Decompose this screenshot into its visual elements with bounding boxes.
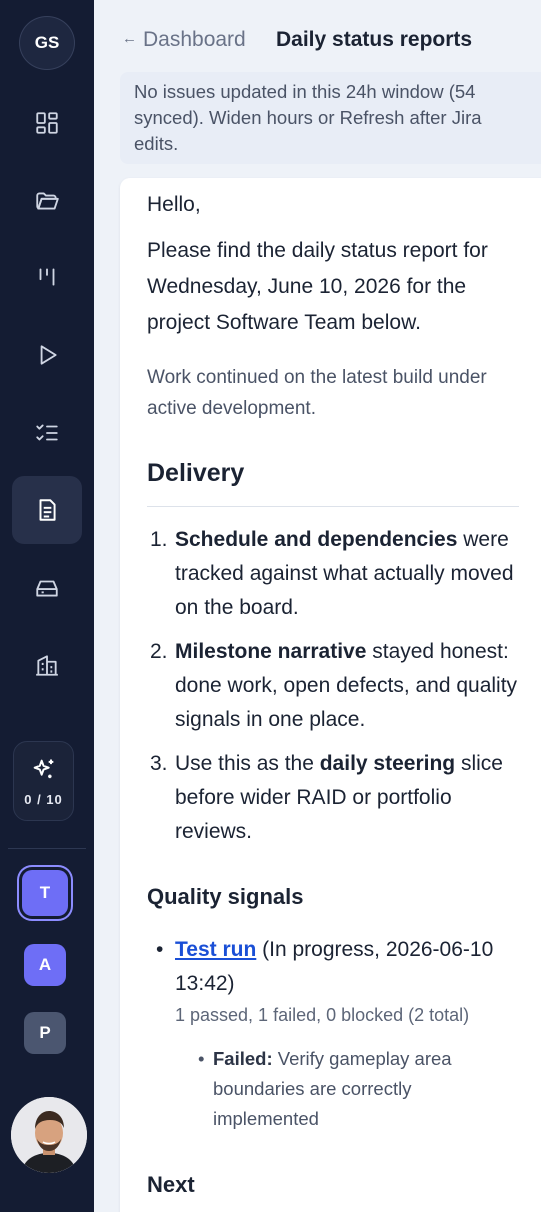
checklist-icon[interactable] bbox=[27, 413, 67, 453]
org-badge[interactable]: GS bbox=[19, 16, 75, 70]
back-arrow-icon: ← bbox=[122, 30, 137, 47]
page-title: Daily status reports bbox=[276, 28, 473, 51]
breadcrumb-back-link[interactable]: ← Dashboard bbox=[122, 28, 246, 52]
workspace-p[interactable]: P bbox=[24, 1012, 66, 1054]
board-icon[interactable] bbox=[27, 257, 67, 297]
building-icon[interactable] bbox=[27, 645, 67, 685]
list-item-text-pre: Use this as the bbox=[175, 752, 320, 775]
test-run-item: • Test run (In progress, 2026-06-10 13:4… bbox=[156, 933, 526, 1001]
workspace-a[interactable]: A bbox=[24, 944, 66, 986]
list-number: 2. bbox=[150, 640, 168, 663]
credits-count: 0 / 10 bbox=[24, 791, 63, 807]
play-icon[interactable] bbox=[27, 335, 67, 375]
page-header: ← Dashboard Daily status reports bbox=[94, 0, 541, 80]
list-item-bold: Milestone narrative bbox=[175, 640, 367, 663]
breadcrumb-dashboard: Dashboard bbox=[143, 28, 246, 51]
delivery-list: 1. Schedule and dependencies were tracke… bbox=[150, 523, 530, 859]
inbox-icon[interactable] bbox=[27, 568, 67, 608]
bullet-dot: • bbox=[156, 938, 164, 961]
folder-icon[interactable] bbox=[27, 181, 67, 221]
report-card: Hello, Please find the daily status repo… bbox=[120, 178, 541, 1212]
quality-heading: Quality signals bbox=[147, 884, 304, 909]
list-number: 3. bbox=[150, 752, 168, 775]
list-item: 3. Use this as the daily steering slice … bbox=[150, 747, 530, 849]
sparkle-icon bbox=[33, 759, 53, 778]
bullet-dot: • bbox=[198, 1048, 205, 1069]
report-intro: Please find the daily status report for … bbox=[147, 239, 488, 334]
grid-icon[interactable] bbox=[27, 103, 67, 143]
sidebar: GS 0 / 10 T A P bbox=[0, 0, 94, 1212]
ai-credits[interactable]: 0 / 10 bbox=[13, 741, 74, 821]
user-avatar[interactable] bbox=[11, 1097, 87, 1173]
test-run-stats: 1 passed, 1 failed, 0 blocked (2 total) bbox=[175, 1005, 470, 1025]
test-run-link[interactable]: Test run bbox=[175, 938, 256, 961]
report-greeting: Hello, bbox=[147, 193, 201, 216]
sidebar-divider bbox=[8, 848, 86, 849]
list-item: 2. Milestone narrative stayed honest: do… bbox=[150, 635, 530, 737]
next-heading: Next bbox=[147, 1172, 195, 1197]
delivery-divider bbox=[147, 506, 519, 507]
report-summary: Work continued on the latest build under… bbox=[147, 367, 487, 419]
workspace-t[interactable]: T bbox=[22, 870, 68, 916]
failed-label: Failed: bbox=[213, 1048, 273, 1069]
list-number: 1. bbox=[150, 528, 168, 551]
sync-notice: No issues updated in this 24h window (54… bbox=[120, 72, 541, 164]
list-item-bold: Schedule and dependencies bbox=[175, 528, 458, 551]
list-item: 1. Schedule and dependencies were tracke… bbox=[150, 523, 530, 625]
list-item-bold: daily steering bbox=[319, 752, 456, 775]
delivery-heading: Delivery bbox=[147, 459, 245, 487]
report-icon[interactable] bbox=[27, 490, 67, 530]
failed-test-item: • Failed: Verify gameplay area boundarie… bbox=[198, 1044, 498, 1134]
